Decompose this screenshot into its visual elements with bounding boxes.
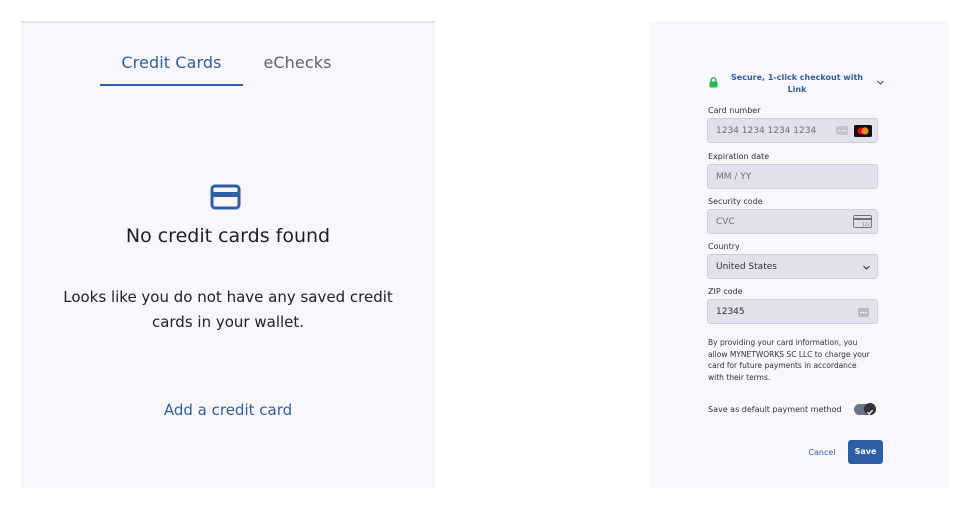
expiration-placeholder: MM / YY [716, 172, 752, 182]
active-tab-indicator [100, 84, 243, 86]
autofill-icon[interactable] [858, 308, 869, 317]
chevron-down-icon[interactable] [876, 78, 885, 87]
empty-state-description: Looks like you do not have any saved cre… [63, 288, 393, 331]
security-code-label: Security code [708, 197, 763, 206]
cvc-icon-text: 123 [862, 222, 870, 227]
expiration-input[interactable]: MM / YY [707, 164, 878, 189]
lock-icon [709, 77, 718, 88]
card-brand-placeholder-icon [836, 126, 848, 135]
security-code-input[interactable]: CVC 123 [707, 209, 878, 234]
link-checkout-row[interactable]: Secure, 1-click checkout with Link [709, 72, 884, 98]
save-button[interactable]: Save [848, 440, 883, 464]
card-number-label: Card number [708, 106, 761, 115]
country-select[interactable]: United States [707, 254, 878, 279]
expiration-label: Expiration date [708, 152, 770, 161]
card-number-placeholder: 1234 1234 1234 1234 [716, 126, 817, 136]
security-code-placeholder: CVC [716, 217, 735, 227]
check-icon [866, 409, 874, 415]
toggle-knob [864, 403, 876, 415]
payment-form-panel: Secure, 1-click checkout with Link Card … [649, 21, 949, 488]
card-number-input[interactable]: 1234 1234 1234 1234 [707, 118, 878, 143]
add-credit-card-link[interactable]: Add a credit card [21, 400, 435, 420]
credit-card-icon [210, 184, 241, 210]
chevron-down-icon [863, 265, 870, 270]
tab-credit-cards[interactable]: Credit Cards [100, 53, 243, 73]
cancel-button[interactable]: Cancel [805, 447, 839, 459]
terms-text: By providing your card information, you … [708, 338, 870, 382]
zip-value: 12345 [716, 307, 745, 317]
save-default-label: Save as default payment method [708, 405, 842, 414]
wallet-panel: Credit Cards eChecks No credit cards fou… [21, 21, 435, 488]
tab-echecks[interactable]: eChecks [255, 53, 340, 73]
country-value: United States [716, 262, 777, 272]
cvc-card-icon: 123 [853, 215, 872, 228]
empty-state-title: No credit cards found [125, 225, 331, 247]
link-checkout-text[interactable]: Secure, 1-click checkout with Link [723, 72, 871, 96]
country-label: Country [708, 242, 740, 251]
zip-label: ZIP code [708, 287, 743, 296]
mastercard-icon [854, 125, 872, 137]
save-default-toggle[interactable] [854, 403, 876, 415]
zip-input[interactable]: 12345 [707, 299, 878, 324]
